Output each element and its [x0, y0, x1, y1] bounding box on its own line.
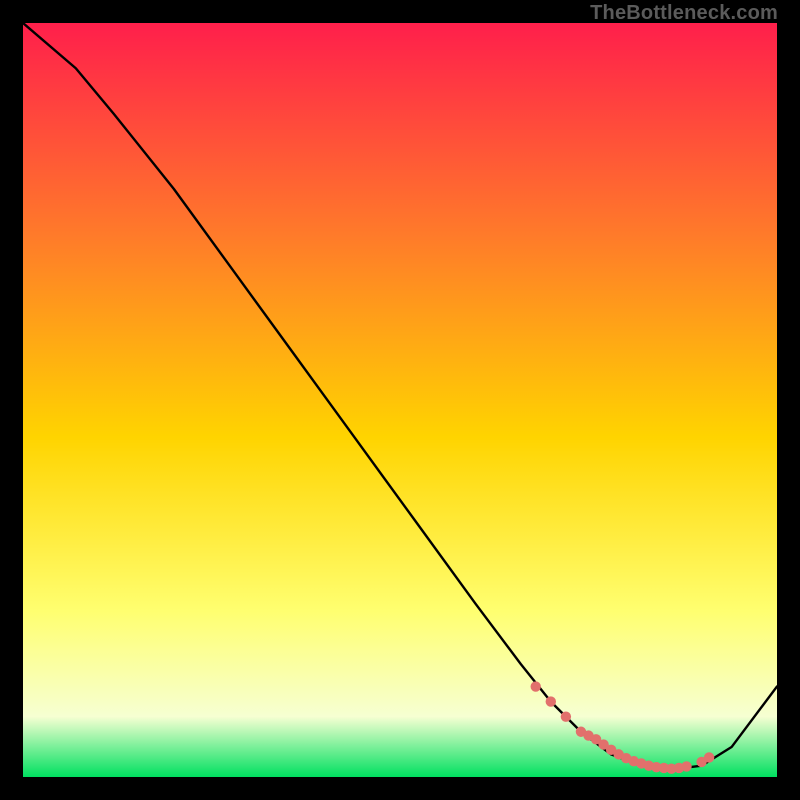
- highlight-point: [531, 681, 541, 691]
- chart-svg: [23, 23, 777, 777]
- highlight-point: [546, 696, 556, 706]
- chart-stage: TheBottleneck.com: [0, 0, 800, 800]
- highlight-point: [704, 752, 714, 762]
- plot-area: [23, 23, 777, 777]
- gradient-background: [23, 23, 777, 777]
- highlight-point: [681, 761, 691, 771]
- highlight-point: [561, 711, 571, 721]
- watermark-text: TheBottleneck.com: [590, 2, 778, 25]
